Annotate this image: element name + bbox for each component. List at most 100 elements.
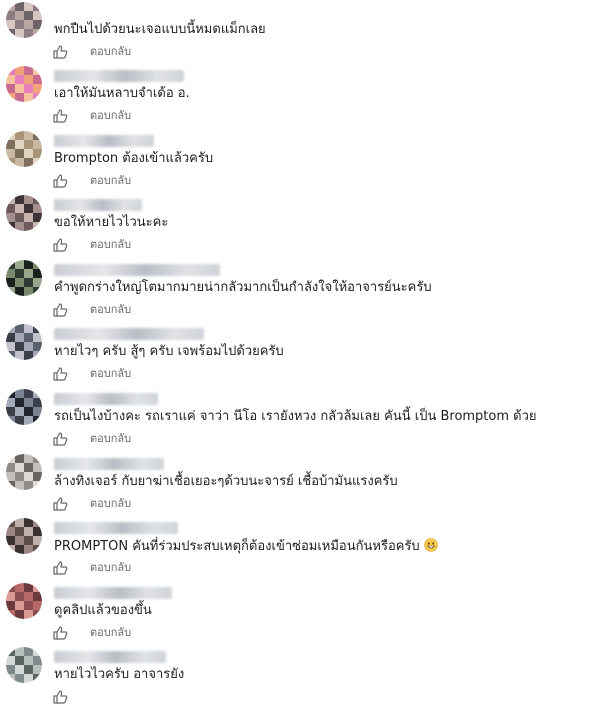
avatar-mosaic-block bbox=[33, 131, 42, 140]
avatar-mosaic-block bbox=[33, 29, 42, 38]
avatar-mosaic-block bbox=[15, 416, 24, 425]
avatar-mosaic-block bbox=[15, 536, 24, 545]
avatar-mosaic-block bbox=[24, 536, 33, 545]
commenter-name-redacted[interactable] bbox=[54, 199, 142, 211]
avatar-mosaic-block bbox=[6, 213, 15, 222]
avatar-mosaic-block bbox=[15, 278, 24, 287]
avatar[interactable] bbox=[6, 389, 42, 425]
avatar[interactable] bbox=[6, 583, 42, 619]
avatar-mosaic-block bbox=[15, 389, 24, 398]
avatar[interactable] bbox=[6, 2, 42, 38]
avatar-mosaic-block bbox=[15, 2, 24, 11]
like-thumb-icon[interactable] bbox=[52, 496, 68, 512]
avatar[interactable] bbox=[6, 454, 42, 490]
commenter-name-redacted[interactable] bbox=[54, 70, 184, 82]
reply-link[interactable]: ตอบกลับ bbox=[90, 238, 131, 252]
avatar-mosaic-block bbox=[6, 518, 15, 527]
avatar-mosaic-block bbox=[15, 204, 24, 213]
avatar-mosaic-block bbox=[33, 287, 42, 296]
avatar-mosaic-block bbox=[6, 342, 15, 351]
avatar[interactable] bbox=[6, 647, 42, 683]
avatar-mosaic-block bbox=[6, 481, 15, 490]
reply-link[interactable]: ตอบกลับ bbox=[90, 561, 131, 575]
avatar-mosaic-block bbox=[33, 472, 42, 481]
avatar-mosaic-block bbox=[33, 647, 42, 656]
reply-link[interactable]: ตอบกลับ bbox=[90, 497, 131, 511]
avatar-mosaic-block bbox=[6, 269, 15, 278]
avatar-mosaic-block bbox=[15, 472, 24, 481]
avatar-mosaic-block bbox=[24, 84, 33, 93]
comment: ล้างทิงเจอร์ กับยาฆ่าเชื้อเยอะๆด้วบนะจาร… bbox=[0, 452, 600, 516]
commenter-name-redacted[interactable] bbox=[54, 328, 204, 340]
avatar-mosaic-block bbox=[24, 647, 33, 656]
avatar-mosaic-block bbox=[15, 665, 24, 674]
avatar-mosaic-block bbox=[15, 333, 24, 342]
avatar-mosaic-block bbox=[24, 342, 33, 351]
like-thumb-icon[interactable] bbox=[52, 689, 68, 705]
avatar-mosaic-block bbox=[15, 527, 24, 536]
avatar-mosaic-block bbox=[6, 20, 15, 29]
reply-link[interactable]: ตอบกลับ bbox=[90, 303, 131, 317]
avatar-mosaic-block bbox=[24, 463, 33, 472]
avatar-mosaic-block bbox=[24, 269, 33, 278]
reply-link[interactable]: ตอบกลับ bbox=[90, 174, 131, 188]
avatar[interactable] bbox=[6, 518, 42, 554]
commenter-name-redacted[interactable] bbox=[54, 651, 166, 663]
avatar[interactable] bbox=[6, 324, 42, 360]
like-thumb-icon[interactable] bbox=[52, 44, 68, 60]
like-thumb-icon[interactable] bbox=[52, 560, 68, 576]
like-thumb-icon[interactable] bbox=[52, 173, 68, 189]
avatar-mosaic-block bbox=[24, 481, 33, 490]
avatar-mosaic-block bbox=[33, 665, 42, 674]
commenter-name-redacted[interactable] bbox=[54, 393, 158, 405]
reply-link[interactable]: ตอบกลับ bbox=[90, 367, 131, 381]
commenter-name-redacted[interactable] bbox=[54, 522, 178, 534]
like-thumb-icon[interactable] bbox=[52, 431, 68, 447]
reply-link[interactable]: ตอบกลับ bbox=[90, 432, 131, 446]
like-thumb-icon[interactable] bbox=[52, 625, 68, 641]
avatar-mosaic-block bbox=[33, 610, 42, 619]
avatar-mosaic-block bbox=[24, 260, 33, 269]
avatar-mosaic-block bbox=[24, 416, 33, 425]
commenter-name-redacted[interactable] bbox=[54, 264, 220, 276]
reply-link[interactable]: ตอบกลับ bbox=[90, 109, 131, 123]
avatar-mosaic-block bbox=[33, 213, 42, 222]
avatar-mosaic-block bbox=[15, 260, 24, 269]
comment: PROMPTON คันที่ร่วมประสบเหตุก็ต้องเข้าซ่… bbox=[0, 516, 600, 580]
avatar-mosaic-block bbox=[24, 333, 33, 342]
avatar-mosaic-block bbox=[33, 518, 42, 527]
avatar-mosaic-block bbox=[33, 416, 42, 425]
avatar-mosaic-block bbox=[24, 601, 33, 610]
avatar-mosaic-block bbox=[33, 656, 42, 665]
reply-link[interactable]: ตอบกลับ bbox=[90, 626, 131, 640]
avatar-mosaic-block bbox=[6, 278, 15, 287]
avatar-mosaic-block bbox=[6, 140, 15, 149]
commenter-name-redacted[interactable] bbox=[54, 587, 172, 599]
avatar-mosaic-block bbox=[24, 398, 33, 407]
avatar-mosaic-block bbox=[6, 351, 15, 360]
avatar-mosaic-block bbox=[6, 66, 15, 75]
avatar-mosaic-block bbox=[6, 527, 15, 536]
avatar-mosaic-block bbox=[33, 195, 42, 204]
like-thumb-icon[interactable] bbox=[52, 237, 68, 253]
avatar-mosaic-block bbox=[24, 149, 33, 158]
like-thumb-icon[interactable] bbox=[52, 366, 68, 382]
avatar-mosaic-block bbox=[24, 29, 33, 38]
commenter-name-redacted[interactable] bbox=[54, 135, 154, 147]
avatar[interactable] bbox=[6, 131, 42, 167]
avatar-mosaic-block bbox=[6, 583, 15, 592]
comment: Brompton ต้องเข้าแล้วครับ ตอบกลับ bbox=[0, 129, 600, 193]
avatar-mosaic-block bbox=[33, 536, 42, 545]
avatar-mosaic-block bbox=[6, 195, 15, 204]
commenter-name-redacted[interactable] bbox=[54, 458, 164, 470]
avatar-mosaic-block bbox=[6, 149, 15, 158]
avatar[interactable] bbox=[6, 260, 42, 296]
reply-link[interactable]: ตอบกลับ bbox=[90, 45, 131, 59]
like-thumb-icon[interactable] bbox=[52, 108, 68, 124]
avatar[interactable] bbox=[6, 195, 42, 231]
avatar-mosaic-block bbox=[24, 592, 33, 601]
like-thumb-icon[interactable] bbox=[52, 302, 68, 318]
avatar[interactable] bbox=[6, 66, 42, 102]
avatar-mosaic-block bbox=[33, 2, 42, 11]
avatar-mosaic-block bbox=[33, 11, 42, 20]
